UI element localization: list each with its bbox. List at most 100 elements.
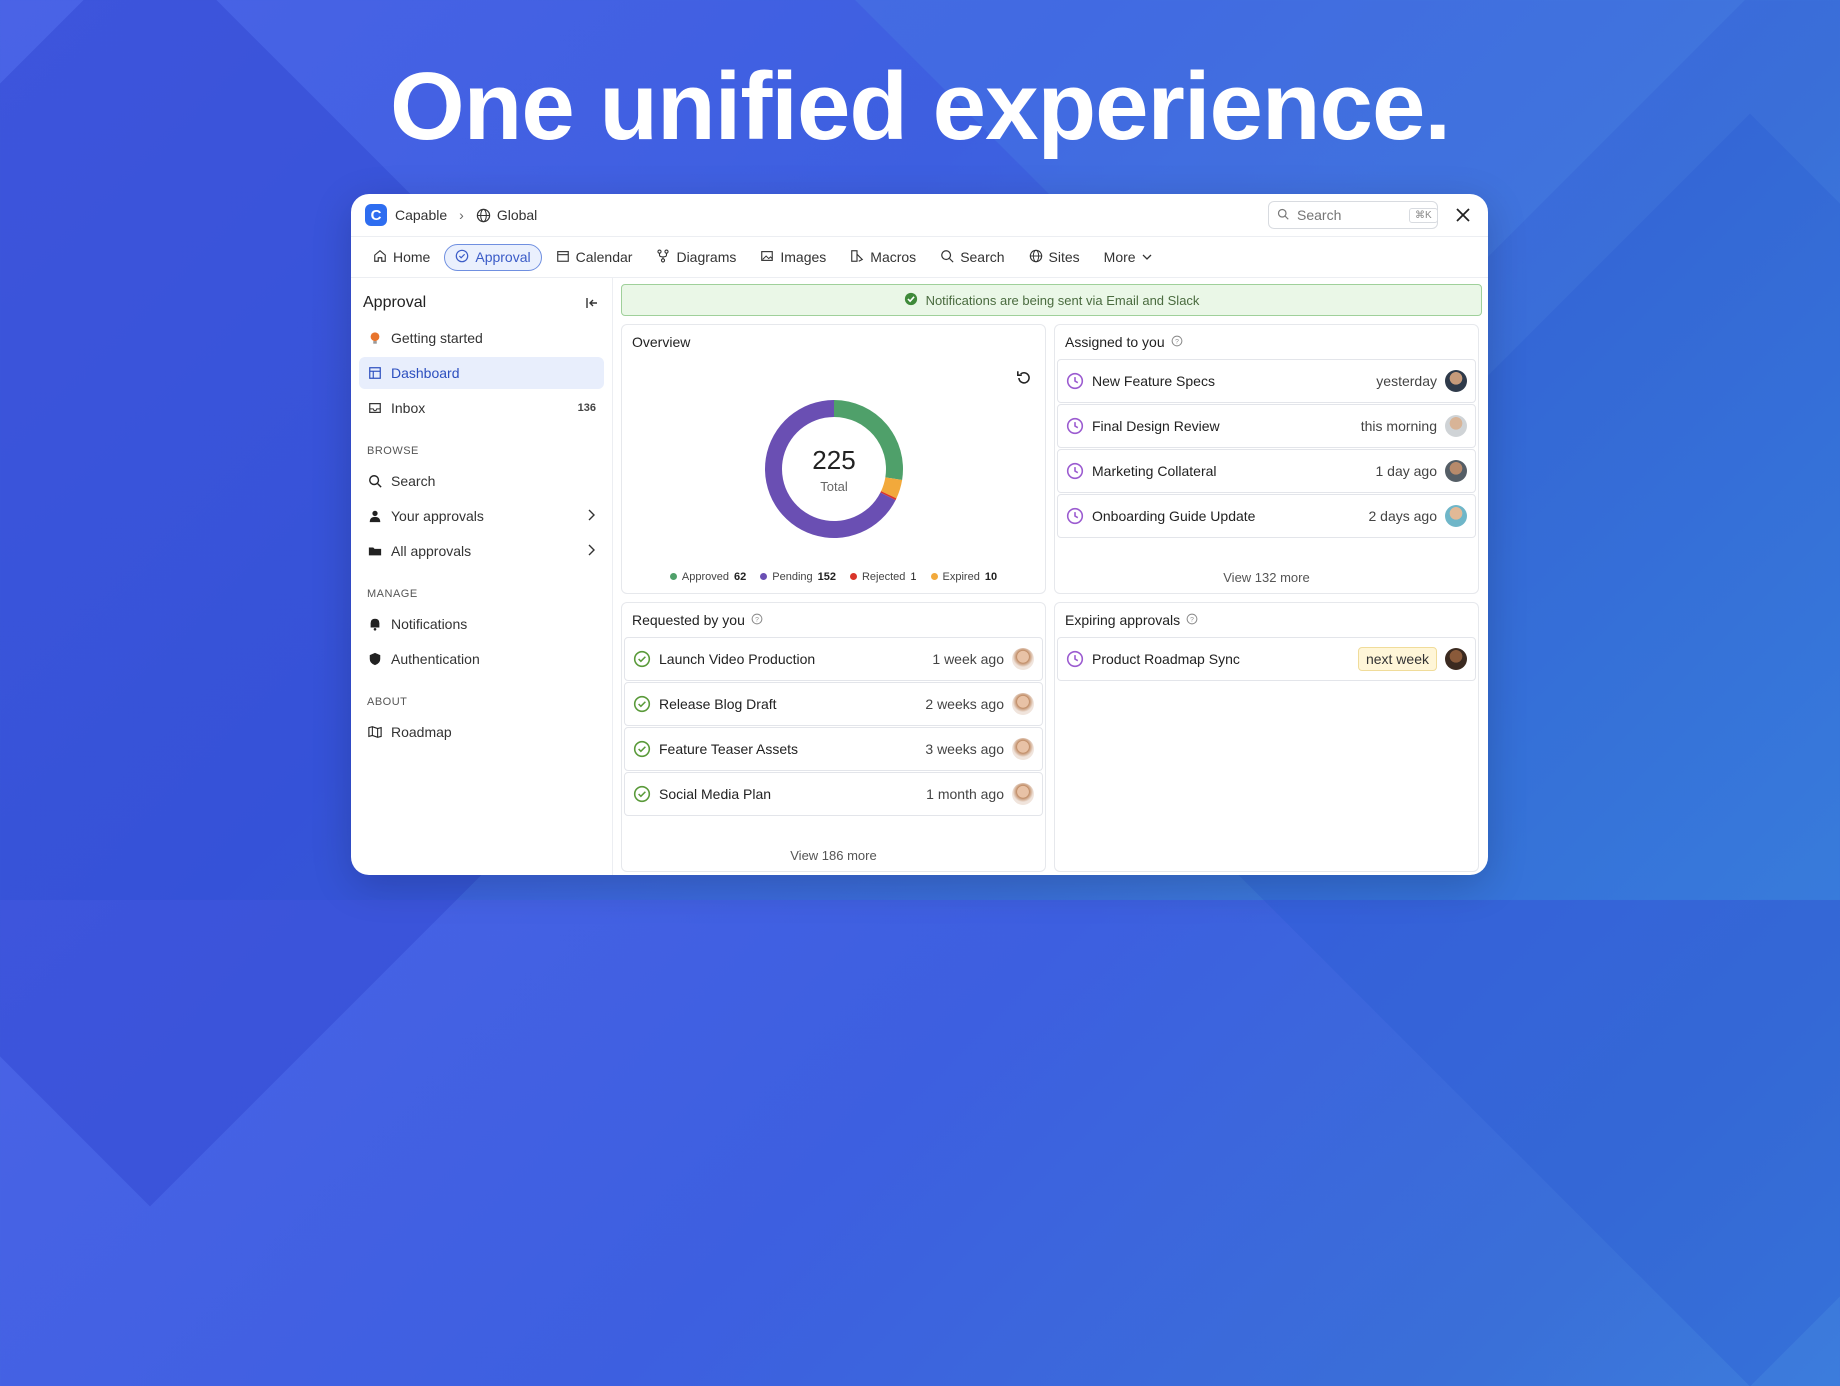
tab-approval[interactable]: Approval (444, 243, 542, 271)
assigned-card: Assigned to you ? New Feature Specs yest… (1054, 324, 1479, 594)
sidebar-item-dashboard[interactable]: Dashboard (359, 357, 604, 389)
search-input[interactable] (1295, 206, 1409, 224)
expiring-title: Expiring approvals ? (1055, 603, 1478, 637)
sidebar-item-all-approvals[interactable]: All approvals (359, 535, 604, 567)
approval-title: Launch Video Production (659, 651, 816, 667)
tab-calendar-label: Calendar (575, 249, 633, 265)
search-icon (940, 249, 954, 266)
globe-icon (1029, 249, 1043, 266)
approval-row[interactable]: Marketing Collateral 1 day ago (1057, 449, 1476, 493)
approval-time: yesterday (1376, 373, 1437, 389)
requested-list: Launch Video Production 1 week ago Relea… (622, 637, 1045, 816)
macros-icon (850, 249, 864, 266)
sidebar-item-search[interactable]: Search (359, 465, 604, 497)
tab-search-label: Search (960, 249, 1005, 265)
approval-time: 1 day ago (1375, 463, 1438, 479)
avatar (1012, 783, 1034, 805)
sidebar: Approval Getting started Dashboard Inbox… (351, 278, 613, 875)
approval-row[interactable]: Feature Teaser Assets 3 weeks ago (624, 727, 1043, 771)
avatar (1445, 415, 1467, 437)
chart-legend: Approved 62 Pending 152 Rejected 1 Expired 1… (622, 571, 1045, 583)
sidebar-item-notifications[interactable]: Notifications (359, 608, 604, 640)
breadcrumb-space[interactable]: Global (497, 207, 537, 223)
global-search[interactable]: ⌘K (1268, 201, 1438, 229)
sidebar-item-inbox[interactable]: Inbox 136 (359, 392, 604, 424)
chevron-right-icon: › (459, 207, 464, 223)
branch-icon (656, 249, 670, 266)
help-icon[interactable]: ? (1186, 612, 1198, 628)
section-label-browse: BROWSE (367, 445, 419, 457)
sidebar-item-your-approvals[interactable]: Your approvals (359, 500, 604, 532)
total-label: Total (820, 479, 848, 494)
approval-time: 2 days ago (1368, 508, 1438, 524)
approval-time: 1 month ago (926, 786, 1004, 802)
sidebar-item-label: Inbox (391, 400, 426, 416)
sidebar-item-label: All approvals (391, 543, 472, 559)
view-more-link[interactable]: View 186 more (622, 848, 1045, 863)
avatar (1445, 648, 1467, 670)
image-icon (760, 249, 774, 266)
help-icon[interactable]: ? (751, 612, 763, 628)
tab-calendar[interactable]: Calendar (546, 245, 643, 270)
approval-row[interactable]: Social Media Plan 1 month ago (624, 772, 1043, 816)
approval-row[interactable]: Onboarding Guide Update 2 days ago (1057, 494, 1476, 538)
section-label-about: ABOUT (367, 696, 408, 708)
avatar (1445, 460, 1467, 482)
user-icon (367, 509, 383, 523)
approval-time: 2 weeks ago (925, 696, 1004, 712)
legend-approved: Approved 62 (669, 571, 746, 583)
avatar (1012, 693, 1034, 715)
inbox-count-badge: 136 (577, 402, 596, 414)
assigned-title: Assigned to you ? (1055, 325, 1478, 359)
dashboard-icon (367, 366, 383, 380)
sidebar-item-label: Authentication (391, 651, 480, 667)
svg-text:?: ? (1190, 617, 1194, 624)
sidebar-item-label: Roadmap (391, 724, 452, 740)
approval-title: Final Design Review (1092, 418, 1220, 434)
check-circle-icon (633, 650, 651, 668)
sidebar-item-label: Dashboard (391, 365, 460, 381)
sidebar-item-roadmap[interactable]: Roadmap (359, 716, 604, 748)
tab-images[interactable]: Images (750, 245, 836, 270)
approval-row[interactable]: Product Roadmap Sync next week (1057, 637, 1476, 681)
tab-macros-label: Macros (870, 249, 917, 265)
approval-row[interactable]: Launch Video Production 1 week ago (624, 637, 1043, 681)
home-icon (373, 249, 387, 266)
section-label-manage: MANAGE (367, 588, 418, 600)
approval-title: Marketing Collateral (1092, 463, 1217, 479)
sidebar-item-getting-started[interactable]: Getting started (359, 322, 604, 354)
help-icon[interactable]: ? (1171, 334, 1183, 350)
approval-title: Onboarding Guide Update (1092, 508, 1256, 524)
nav-bar: Home Approval Calendar Diagrams Images M… (351, 237, 1488, 278)
approval-row[interactable]: Final Design Review this morning (1057, 404, 1476, 448)
map-icon (367, 725, 383, 739)
close-icon[interactable] (1452, 204, 1474, 226)
approval-row[interactable]: Release Blog Draft 2 weeks ago (624, 682, 1043, 726)
calendar-icon (556, 249, 570, 266)
banner-text: Notifications are being sent via Email a… (925, 292, 1200, 308)
avatar (1012, 648, 1034, 670)
breadcrumb-app[interactable]: Capable (395, 207, 447, 223)
overview-card: Overview 225 Total Approved 62 Pending 152… (621, 324, 1046, 594)
tab-search[interactable]: Search (930, 245, 1014, 270)
tab-macros[interactable]: Macros (840, 245, 926, 270)
collapse-sidebar-icon[interactable] (584, 295, 600, 311)
inbox-icon (367, 401, 383, 415)
sidebar-item-authentication[interactable]: Authentication (359, 643, 604, 675)
approval-row[interactable]: New Feature Specs yesterday (1057, 359, 1476, 403)
tab-home-label: Home (393, 249, 431, 265)
tab-diagrams[interactable]: Diagrams (646, 245, 746, 270)
tab-more[interactable]: More (1094, 245, 1162, 269)
clock-icon (1066, 650, 1084, 668)
expiring-card: Expiring approvals ? Product Roadmap Syn… (1054, 602, 1479, 872)
assigned-list: New Feature Specs yesterday Final Design… (1055, 359, 1478, 538)
check-circle-icon (633, 740, 651, 758)
svg-text:?: ? (755, 617, 759, 624)
view-more-link[interactable]: View 132 more (1055, 570, 1478, 585)
sidebar-item-label: Notifications (391, 616, 468, 632)
notification-banner: Notifications are being sent via Email a… (621, 284, 1482, 316)
page-headline: One unified experience. (390, 53, 1451, 160)
tab-sites[interactable]: Sites (1019, 245, 1090, 270)
tab-home[interactable]: Home (363, 245, 440, 270)
tab-sites-label: Sites (1048, 249, 1080, 265)
